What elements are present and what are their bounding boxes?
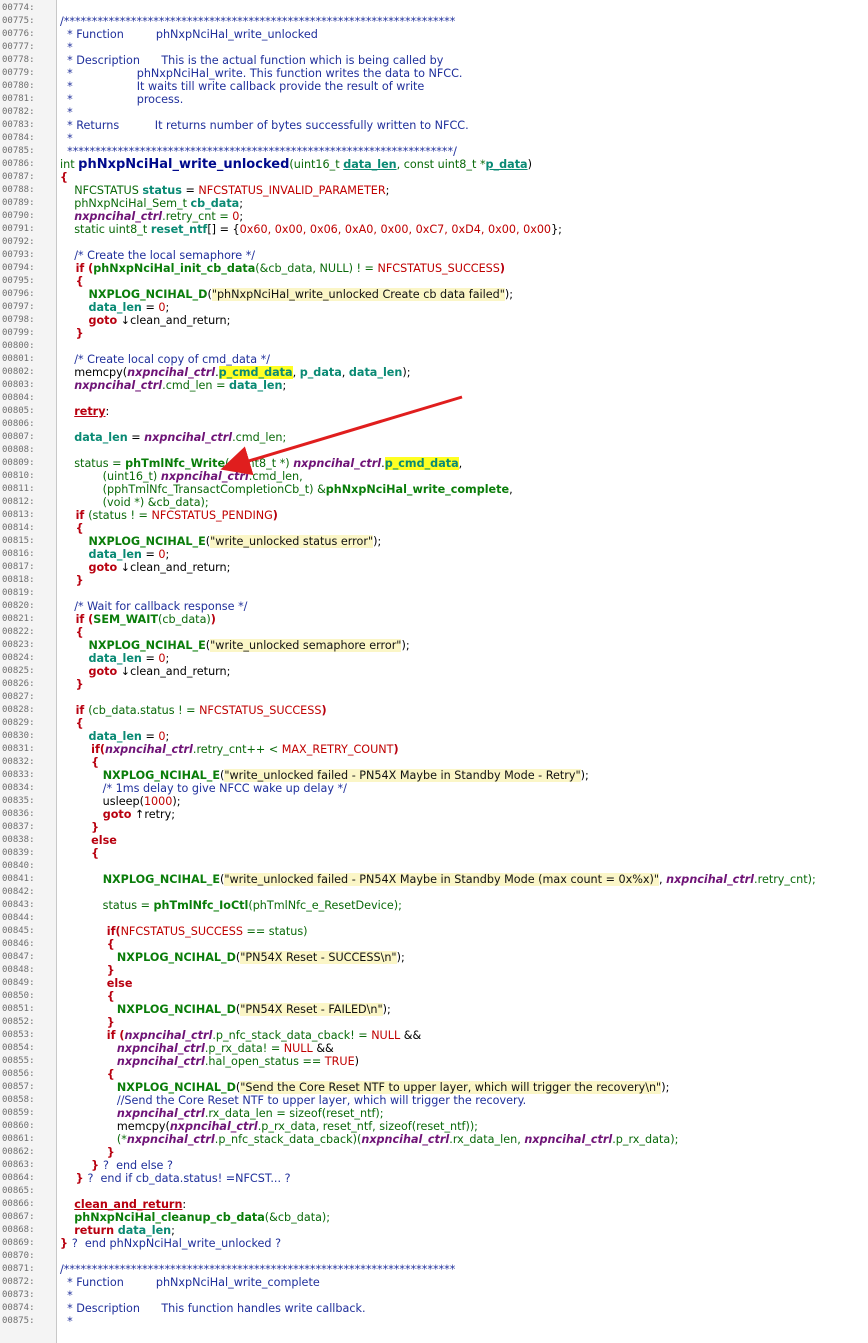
- code-editor[interactable]: 00774: 00775:/***************************…: [0, 0, 868, 1343]
- red-arrow-annotation: [220, 395, 463, 476]
